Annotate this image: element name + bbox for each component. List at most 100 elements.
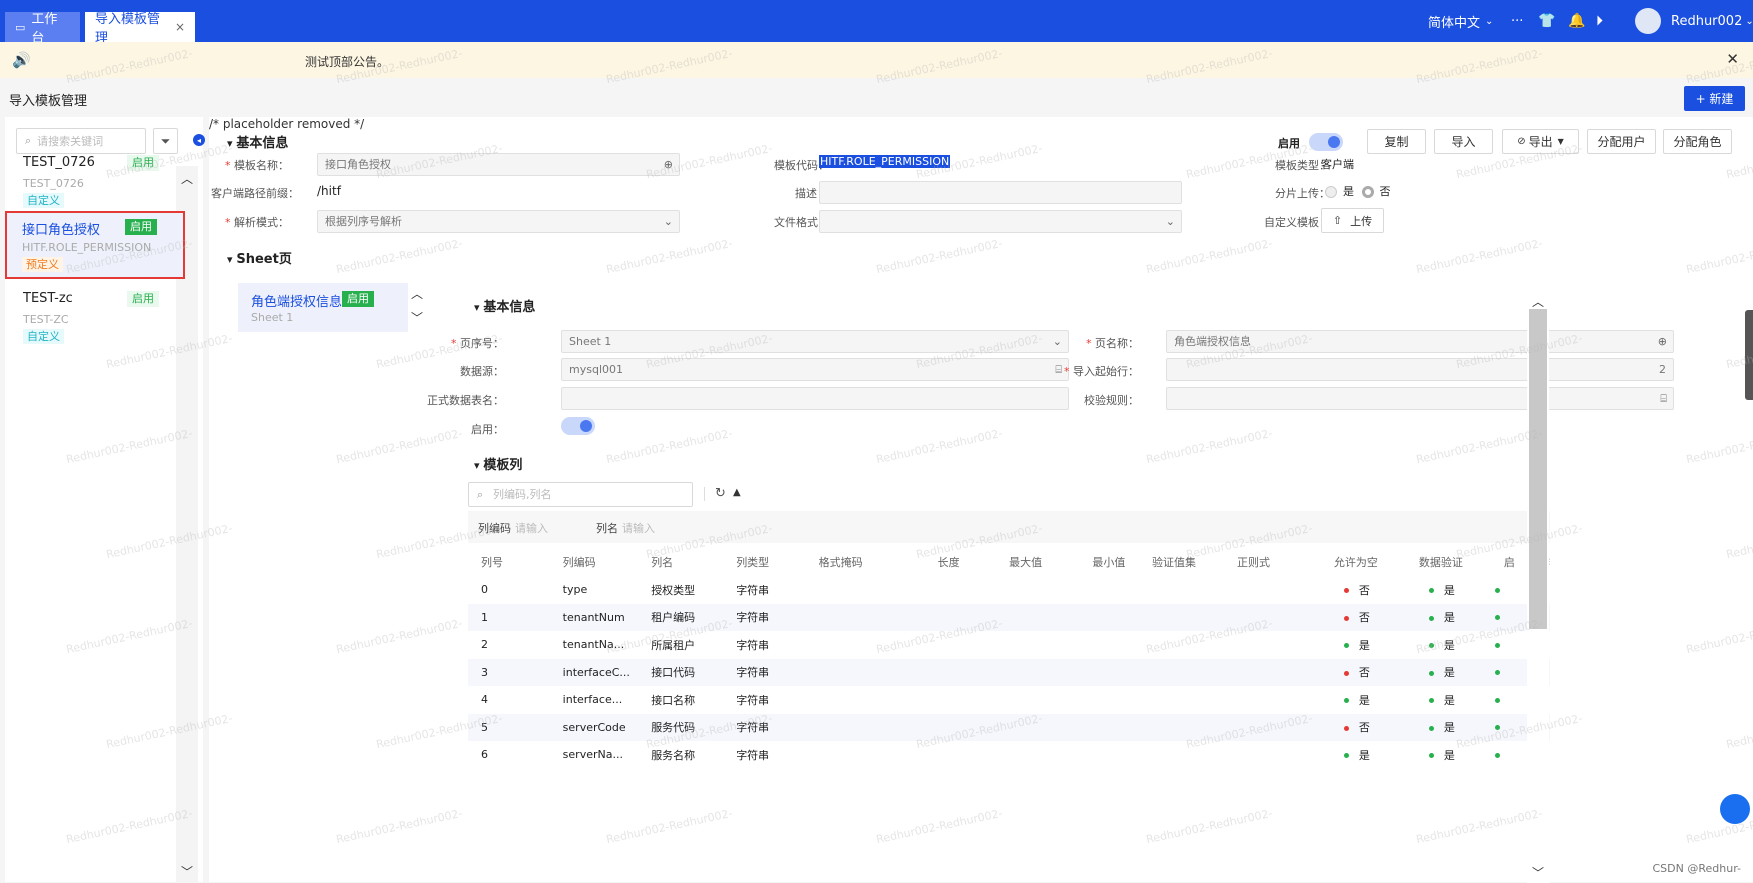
- assign-user-button[interactable]: 分配用户: [1587, 129, 1656, 154]
- col-header[interactable]: 正则式: [1224, 547, 1321, 576]
- cell-min: [1079, 741, 1139, 769]
- status-dot: [1428, 753, 1434, 759]
- start-row-field[interactable]: 2: [1166, 358, 1674, 381]
- filter-code[interactable]: 列编码 请输入: [478, 520, 548, 536]
- page-no-select[interactable]: Sheet 1 ⌄: [561, 330, 1069, 353]
- new-button[interactable]: + 新建: [1684, 86, 1745, 111]
- col-header[interactable]: 最小值: [1079, 547, 1139, 576]
- col-header[interactable]: 列名: [638, 547, 723, 576]
- parse-mode-select[interactable]: 根据列序号解析 ⌄: [317, 210, 680, 233]
- assign-role-button[interactable]: 分配角色: [1663, 129, 1732, 154]
- copy-button[interactable]: 复制: [1367, 129, 1426, 154]
- col-header[interactable]: 启: [1491, 547, 1515, 576]
- export-button[interactable]: ⊘ 导出 ▼: [1502, 129, 1579, 154]
- globe-icon[interactable]: ⊕: [664, 154, 673, 175]
- columns-section[interactable]: 模板列: [474, 454, 522, 473]
- cell-length: [924, 603, 997, 631]
- col-header[interactable]: 允许为空: [1321, 547, 1406, 576]
- language-select[interactable]: 简体中文 ⌄: [1428, 0, 1493, 42]
- sheet-list-item[interactable]: 角色端授权信息 Sheet 1 启用: [238, 283, 408, 332]
- shirt-icon[interactable]: 👕: [1538, 0, 1555, 42]
- basic-info-section[interactable]: 基本信息: [227, 132, 288, 151]
- template-name-field[interactable]: 接口角色授权 ⊕: [317, 153, 680, 176]
- shard-upload-radio-group[interactable]: 是 否: [1321, 183, 1391, 199]
- col-header[interactable]: 列编码: [550, 547, 639, 576]
- cell-name: 所属租户: [651, 638, 696, 652]
- file-format-select[interactable]: ⌄: [819, 210, 1182, 233]
- cell-regex: [1224, 741, 1321, 769]
- status-dot: [1428, 615, 1434, 621]
- upload-button[interactable]: ⇧ 上传: [1321, 208, 1384, 233]
- scroll-thumb[interactable]: [1529, 309, 1547, 629]
- collapse-handle-icon[interactable]: ◂: [193, 134, 205, 146]
- table-row[interactable]: 5 serverCode 服务代码 字符串 否 是: [468, 713, 1550, 741]
- play-circle-icon[interactable]: ⏵: [1596, 0, 1603, 42]
- sheet-basic-info-section[interactable]: 基本信息: [474, 296, 535, 315]
- cell-mask: [806, 741, 925, 769]
- collapse-up-icon[interactable]: ▲: [733, 487, 741, 498]
- more-icon[interactable]: ···: [1511, 0, 1523, 42]
- user-menu[interactable]: Redhur002 ⌄: [1635, 0, 1753, 42]
- import-button[interactable]: 导入: [1434, 129, 1493, 154]
- enable-toggle[interactable]: [1309, 133, 1343, 151]
- tab-workbench[interactable]: ▭ 工作台: [5, 12, 80, 46]
- description-field[interactable]: [819, 181, 1182, 204]
- table-row[interactable]: 2 tenantNa... 所属租户 字符串 是 是: [468, 631, 1550, 659]
- table-row[interactable]: 4 interface... 接口名称 字符串 是 是: [468, 686, 1550, 714]
- bell-icon[interactable]: 🔔: [1568, 0, 1585, 42]
- tab-label: 导入模板管理: [95, 12, 161, 46]
- tab-import-template[interactable]: 导入模板管理 ×: [85, 12, 195, 46]
- close-icon[interactable]: ×: [175, 20, 185, 34]
- caret-down-icon: ▼: [1557, 137, 1564, 146]
- side-widget[interactable]: [1745, 310, 1753, 400]
- table-row[interactable]: 0 type 授权类型 字符串 否 是: [468, 576, 1550, 604]
- col-header[interactable]: 列号: [468, 547, 550, 576]
- scroll-up-icon[interactable]: ︿: [411, 285, 423, 302]
- status-dot: [1494, 725, 1500, 731]
- cell-type: 字符串: [736, 748, 770, 762]
- upload-label: 上传: [1350, 214, 1373, 228]
- cell-enabled: [1491, 686, 1515, 714]
- list-item-selected[interactable]: 接口角色授权 HITF.ROLE_PERMISSION 预定义 启用: [5, 211, 185, 279]
- globe-icon[interactable]: ⊕: [1658, 331, 1667, 352]
- col-header[interactable]: 最大值: [996, 547, 1079, 576]
- scroll-up-icon[interactable]: ︿: [1532, 293, 1544, 310]
- refresh-icon[interactable]: ↻: [715, 486, 726, 501]
- cell-nullable-text: 否: [1358, 666, 1370, 680]
- list-item[interactable]: TEST_0726 TEST_0726 自定义 启用: [5, 147, 180, 209]
- cell-valueset: [1139, 686, 1224, 714]
- table-row[interactable]: 6 serverNa... 服务名称 字符串 是 是: [468, 741, 1550, 769]
- status-dot: [1428, 670, 1434, 676]
- scroll-down-icon[interactable]: ﹀: [181, 863, 193, 880]
- table-row[interactable]: 1 tenantNum 租户编码 字符串 否 是: [468, 603, 1550, 631]
- cell-validate: 是: [1406, 741, 1491, 769]
- cell-validate: 是: [1405, 713, 1491, 741]
- scroll-down-icon[interactable]: ﹀: [411, 309, 423, 326]
- close-icon[interactable]: ✕: [1726, 50, 1739, 68]
- cell-type: 字符串: [723, 658, 806, 686]
- list-item[interactable]: TEST-zc TEST-ZC 自定义 启用: [5, 283, 180, 345]
- radio-no[interactable]: [1361, 186, 1374, 198]
- column-search-input[interactable]: ⌕ 列编码,列名: [468, 482, 693, 507]
- lookup-icon[interactable]: ⌸: [1660, 388, 1667, 409]
- datasource-field[interactable]: mysql001 ⌸: [561, 358, 1069, 381]
- validation-field[interactable]: ⌸: [1166, 387, 1674, 410]
- formal-table-field[interactable]: [561, 387, 1069, 410]
- col-header[interactable]: 长度: [925, 547, 996, 576]
- col-header[interactable]: 列类型: [723, 547, 805, 576]
- datasource-label: 数据源：: [460, 365, 504, 378]
- filter-name[interactable]: 列名 请输入: [596, 520, 655, 536]
- page-name-field[interactable]: 角色端授权信息 ⊕: [1166, 330, 1674, 353]
- col-header[interactable]: 数据验证: [1406, 547, 1491, 576]
- item-name: TEST_0726: [23, 155, 95, 170]
- radio-yes[interactable]: [1325, 186, 1337, 198]
- cell-validate: 是: [1405, 658, 1491, 686]
- chat-icon[interactable]: [1720, 794, 1750, 824]
- table-row[interactable]: 3 interfaceC... 接口代码 字符串 否 是: [468, 658, 1550, 686]
- col-header[interactable]: 验证值集: [1139, 547, 1224, 576]
- sheet-section[interactable]: Sheet页: [227, 248, 291, 267]
- scroll-down-icon[interactable]: ﹀: [1532, 864, 1544, 881]
- sheet-enabled-toggle[interactable]: [561, 417, 595, 435]
- col-header[interactable]: 格式掩码: [806, 547, 925, 576]
- scroll-up-icon[interactable]: ︿: [181, 170, 193, 187]
